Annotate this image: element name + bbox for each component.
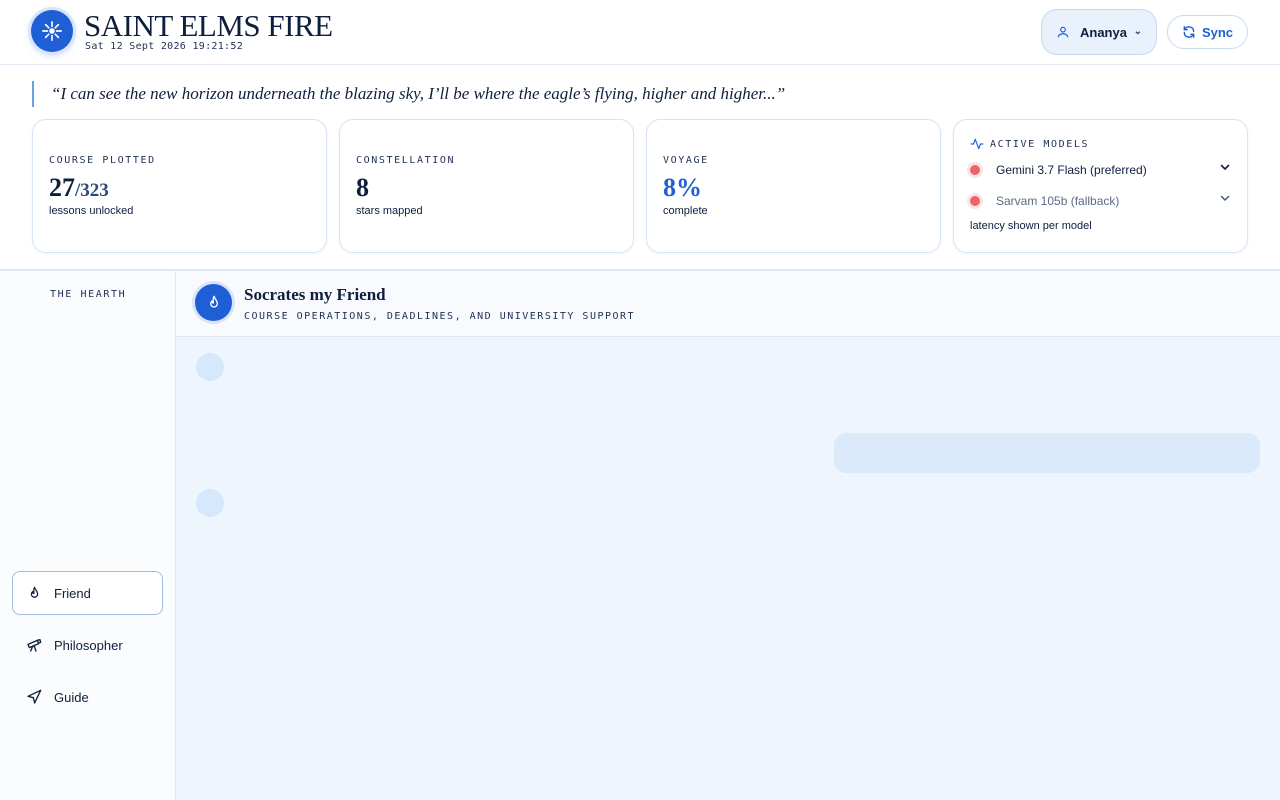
navigation-icon xyxy=(27,689,42,704)
inspirational-quote: “I can see the new horizon underneath th… xyxy=(32,81,785,107)
sync-button[interactable]: Sync xyxy=(1167,15,1248,49)
sidebar-item-label: Guide xyxy=(54,689,89,705)
course-plotted-card: COURSE PLOTTED 27/323 lessons unlocked xyxy=(32,119,327,253)
sync-label: Sync xyxy=(1201,24,1234,40)
assistant-avatar-placeholder xyxy=(196,353,224,381)
card-subtext: lessons unlocked xyxy=(49,205,134,217)
telescope-icon xyxy=(27,639,42,652)
card-label: CONSTELLATION xyxy=(356,155,456,166)
voyage-percent: 8% xyxy=(663,173,702,202)
lessons-count: 27 xyxy=(49,173,75,202)
sidebar-item-philosopher[interactable]: Philosopher xyxy=(12,623,163,667)
card-label: VOYAGE xyxy=(663,155,709,166)
model-name: Gemini 3.7 Flash (preferred) xyxy=(996,163,1147,177)
chat-messages[interactable] xyxy=(176,337,1280,800)
sidebar-item-label: Friend xyxy=(54,585,91,601)
chevron-down-icon xyxy=(1219,161,1231,176)
chat-title: Socrates my Friend xyxy=(244,285,386,304)
datetime: Sat 12 Sept 2026 19:21:52 xyxy=(85,41,244,52)
refresh-icon xyxy=(1183,26,1195,38)
stars-count: 8 xyxy=(356,173,369,202)
user-message-placeholder xyxy=(834,433,1260,473)
card-subtext: complete xyxy=(663,205,708,217)
card-subtext: stars mapped xyxy=(356,205,423,217)
chevron-down-icon: ⌄ xyxy=(1133,26,1142,37)
lessons-total: /323 xyxy=(75,180,109,201)
voyage-card: VOYAGE 8% complete xyxy=(646,119,941,253)
sidebar-item-label: Philosopher xyxy=(54,637,123,653)
sidebar: THE HEARTH Friend Philosopher Guide xyxy=(0,271,176,800)
user-name: Ananya xyxy=(1080,24,1127,40)
sidebar-item-friend[interactable]: Friend xyxy=(12,571,163,615)
latency-note: latency shown per model xyxy=(970,220,1092,232)
status-dot xyxy=(970,196,980,206)
chat-header: Socrates my Friend COURSE OPERATIONS, DE… xyxy=(176,271,1280,337)
sidebar-item-guide[interactable]: Guide xyxy=(12,675,163,719)
chevron-down-icon xyxy=(1219,192,1231,207)
logo xyxy=(31,10,73,52)
card-value: 27/323 xyxy=(49,173,109,206)
models-label: ACTIVE MODELS xyxy=(990,138,1090,150)
models-header: ACTIVE MODELS xyxy=(970,137,1089,151)
chat-subtitle: COURSE OPERATIONS, DEADLINES, AND UNIVER… xyxy=(244,311,636,322)
user-icon xyxy=(1057,26,1069,38)
constellation-card: CONSTELLATION 8 stars mapped xyxy=(339,119,634,253)
activity-icon xyxy=(970,138,984,150)
flame-icon xyxy=(209,295,218,308)
model-select-fallback[interactable]: Sarvam 105b (fallback) xyxy=(970,192,1231,210)
app-title: SAINT ELMS FIRE xyxy=(84,8,333,43)
sparkle-icon xyxy=(42,21,62,41)
flame-icon xyxy=(30,586,39,598)
user-menu-button[interactable]: Ananya ⌄ xyxy=(1041,9,1157,55)
sidebar-section-title: THE HEARTH xyxy=(50,289,127,300)
status-dot xyxy=(970,165,980,175)
model-select-primary[interactable]: Gemini 3.7 Flash (preferred) xyxy=(970,161,1231,179)
assistant-avatar-placeholder xyxy=(196,489,224,517)
active-models-card: ACTIVE MODELS Gemini 3.7 Flash (preferre… xyxy=(953,119,1248,253)
persona-avatar xyxy=(195,284,232,321)
card-label: COURSE PLOTTED xyxy=(49,155,156,166)
model-name: Sarvam 105b (fallback) xyxy=(996,194,1120,208)
app-header: SAINT ELMS FIRE Sat 12 Sept 2026 19:21:5… xyxy=(0,0,1280,65)
